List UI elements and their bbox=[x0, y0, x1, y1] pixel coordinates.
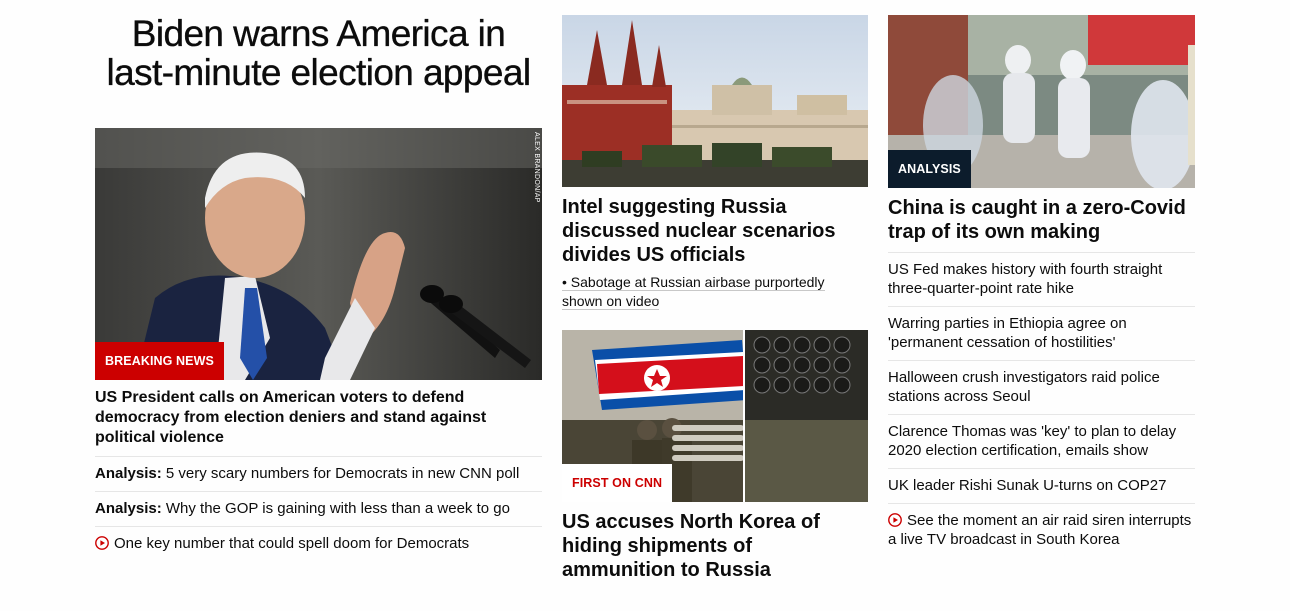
headline-link[interactable]: Clarence Thomas was 'key' to plan to del… bbox=[888, 415, 1195, 469]
analysis-label: Analysis: bbox=[95, 465, 162, 482]
headline-link[interactable]: Warring parties in Ethiopia agree on 'pe… bbox=[888, 307, 1195, 361]
headline-link[interactable]: UK leader Rishi Sunak U-turns on COP27 bbox=[888, 469, 1195, 504]
headline-list: US Fed makes history with fourth straigh… bbox=[888, 253, 1195, 557]
play-icon bbox=[95, 536, 109, 550]
story-headline-link[interactable]: Intel suggesting Russia discussed nuclea… bbox=[562, 195, 868, 267]
related-link-text: One key number that could spell doom for… bbox=[114, 535, 470, 552]
bullet-wrap: • Sabotage at Russian airbase purportedl… bbox=[562, 273, 868, 311]
related-link-text: 5 very scary numbers for Democrats in ne… bbox=[165, 465, 520, 482]
lead-image[interactable]: ALEX BRANDON/AP BREAKING NEWS bbox=[95, 128, 542, 380]
lead-headline[interactable]: Biden warns America in last-minute elect… bbox=[95, 14, 542, 128]
related-link[interactable]: Analysis: Why the GOP is gaining with le… bbox=[95, 492, 542, 527]
video-headline-link[interactable]: See the moment an air raid siren interru… bbox=[888, 504, 1195, 557]
related-video-link[interactable]: One key number that could spell doom for… bbox=[95, 527, 542, 561]
lead-story: Biden warns America in last-minute elect… bbox=[95, 0, 542, 561]
story-image-china[interactable]: ANALYSIS bbox=[888, 15, 1195, 188]
image-credit: ALEX BRANDON/AP bbox=[533, 132, 540, 203]
right-column: ANALYSIS China is caught in a zero-Covid… bbox=[888, 0, 1195, 557]
story-image-moscow[interactable] bbox=[562, 15, 868, 187]
headline-link[interactable]: US Fed makes history with fourth straigh… bbox=[888, 253, 1195, 307]
headline-link[interactable]: Halloween crush investigators raid polic… bbox=[888, 361, 1195, 415]
headline-link-text: See the moment an air raid siren interru… bbox=[888, 512, 1192, 548]
lead-summary-link[interactable]: US President calls on American voters to… bbox=[95, 388, 542, 457]
analysis-badge: ANALYSIS bbox=[888, 150, 971, 188]
first-on-cnn-badge: FIRST ON CNN bbox=[562, 464, 673, 502]
story-headline-link[interactable]: US accuses North Korea of hiding shipmen… bbox=[562, 510, 868, 582]
bullet-link[interactable]: • Sabotage at Russian airbase purportedl… bbox=[562, 274, 825, 310]
analysis-label: Analysis: bbox=[95, 500, 162, 517]
story-image-north-korea[interactable]: FIRST ON CNN bbox=[562, 330, 868, 502]
middle-column: Intel suggesting Russia discussed nuclea… bbox=[562, 0, 868, 582]
related-link-text: Why the GOP is gaining with less than a … bbox=[165, 500, 510, 517]
story-headline-link[interactable]: China is caught in a zero-Covid trap of … bbox=[888, 196, 1195, 253]
red-square-photo bbox=[562, 15, 868, 187]
related-link[interactable]: Analysis: 5 very scary numbers for Democ… bbox=[95, 457, 542, 492]
breaking-news-badge: BREAKING NEWS bbox=[95, 342, 224, 380]
play-icon bbox=[888, 513, 902, 527]
